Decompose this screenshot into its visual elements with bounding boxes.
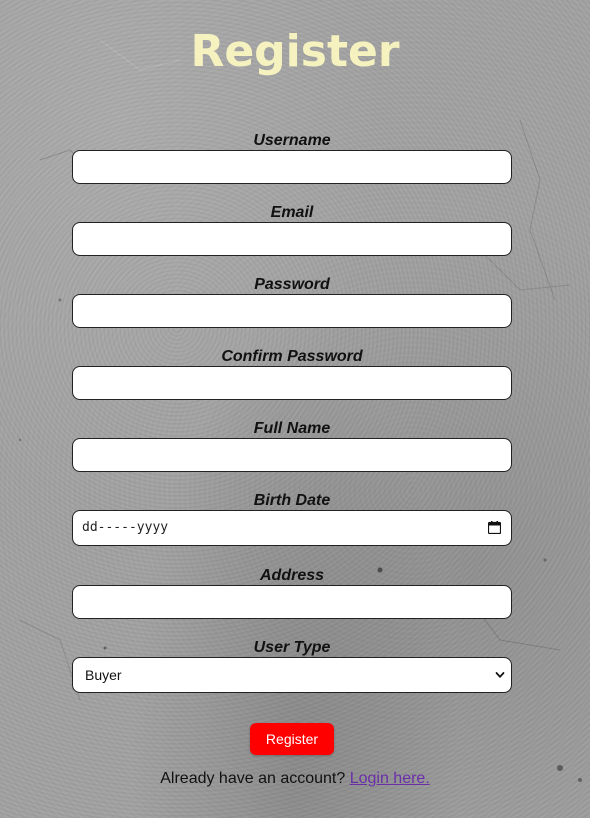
email-input[interactable] <box>72 222 512 256</box>
birth-date-group: Birth Date dd-----yyyy <box>72 492 512 546</box>
email-label: Email <box>270 204 314 221</box>
username-group: Username <box>72 132 512 184</box>
login-prompt: Already have an account? Login here. <box>0 769 590 789</box>
chevron-down-icon[interactable] <box>495 670 505 680</box>
page-title: Register <box>190 26 400 77</box>
birth-date-placeholder: dd-----yyyy <box>82 520 169 535</box>
confirm-password-input[interactable] <box>72 366 512 400</box>
birth-date-input[interactable]: dd-----yyyy <box>72 510 512 546</box>
password-group: Password <box>72 276 512 328</box>
full-name-group: Full Name <box>72 420 512 472</box>
username-input[interactable] <box>72 150 512 184</box>
password-label: Password <box>254 276 330 293</box>
full-name-label: Full Name <box>253 420 331 437</box>
register-button[interactable]: Register <box>250 723 334 755</box>
address-input[interactable] <box>72 585 512 619</box>
password-input[interactable] <box>72 294 512 328</box>
user-type-select[interactable]: Buyer <box>72 657 512 693</box>
username-label: Username <box>253 132 331 149</box>
calendar-icon[interactable] <box>488 521 501 534</box>
login-link[interactable]: Login here. <box>350 770 430 787</box>
birth-date-label: Birth Date <box>253 492 331 509</box>
address-label: Address <box>259 567 325 584</box>
confirm-password-group: Confirm Password <box>72 348 512 400</box>
user-type-label: User Type <box>253 639 331 656</box>
background-texture <box>18 39 582 782</box>
user-type-group: User Type Buyer <box>72 639 512 693</box>
email-group: Email <box>72 204 512 256</box>
address-group: Address <box>72 567 512 619</box>
login-prompt-text: Already have an account? <box>160 770 346 787</box>
user-type-selected: Buyer <box>85 667 122 683</box>
confirm-password-label: Confirm Password <box>221 348 363 365</box>
full-name-input[interactable] <box>72 438 512 472</box>
